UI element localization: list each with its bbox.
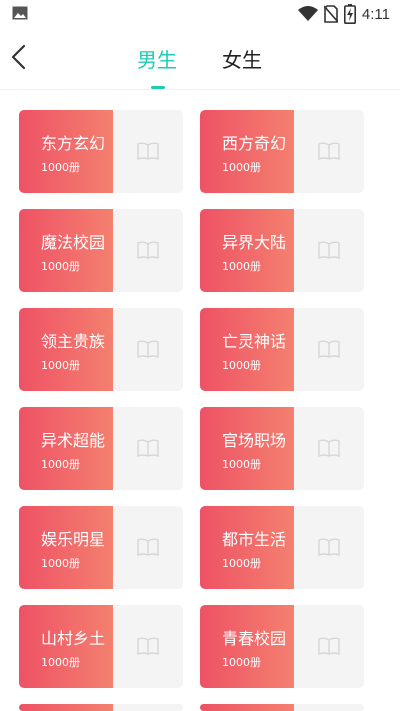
book-placeholder-icon [137, 637, 159, 656]
category-name: 异术超能 [41, 431, 106, 450]
book-placeholder-icon [318, 637, 340, 656]
status-time: 4:11 [361, 5, 390, 23]
category-name: 官场职场 [222, 431, 287, 450]
category-card[interactable]: 都市生活 1000册 [200, 506, 364, 589]
category-card[interactable]: 娱乐明星 1000册 [19, 506, 183, 589]
category-card[interactable]: 东方玄幻 1000册 [19, 110, 183, 193]
category-name: 亡灵神话 [222, 332, 287, 351]
category-card[interactable]: 异术超能 1000册 [19, 407, 183, 490]
book-placeholder-icon [137, 538, 159, 557]
no-sim-icon [323, 5, 338, 23]
category-name: 异界大陆 [222, 233, 287, 252]
status-bar: 4:11 [0, 0, 400, 28]
category-card[interactable]: 异界大陆 1000册 [200, 209, 364, 292]
category-count: 1000册 [41, 656, 80, 669]
category-card[interactable]: 领主贵族 1000册 [19, 308, 183, 391]
card-gradient [19, 704, 113, 711]
category-count: 1000册 [222, 557, 261, 570]
book-placeholder-icon [318, 241, 340, 260]
category-name: 西方奇幻 [222, 134, 287, 153]
category-card[interactable]: 青春校园 1000册 [200, 605, 364, 688]
category-count: 1000册 [41, 458, 80, 471]
book-placeholder-icon [137, 340, 159, 359]
category-card[interactable]: 官场职场 1000册 [200, 407, 364, 490]
book-placeholder-icon [318, 340, 340, 359]
category-count: 1000册 [41, 359, 80, 372]
book-placeholder-icon [137, 241, 159, 260]
category-card-partial[interactable] [19, 704, 183, 711]
category-count: 1000册 [222, 458, 261, 471]
active-tab-indicator [151, 86, 165, 89]
card-gradient [200, 704, 294, 711]
category-count: 1000册 [41, 260, 80, 273]
category-card-partial[interactable] [200, 704, 364, 711]
category-count: 1000册 [222, 161, 261, 174]
category-name: 娱乐明星 [41, 530, 106, 549]
category-count: 1000册 [41, 557, 80, 570]
category-count: 1000册 [222, 260, 261, 273]
book-placeholder-icon [318, 142, 340, 161]
category-count: 1000册 [222, 359, 261, 372]
book-placeholder-icon [137, 142, 159, 161]
category-card[interactable]: 魔法校园 1000册 [19, 209, 183, 292]
category-name: 魔法校园 [41, 233, 106, 252]
top-header: 男生 女生 [0, 28, 400, 90]
category-card[interactable]: 山村乡土 1000册 [19, 605, 183, 688]
tab-male[interactable]: 男生 [137, 44, 177, 73]
battery-charging-icon [343, 4, 356, 24]
category-name: 东方玄幻 [41, 134, 106, 153]
category-name: 都市生活 [222, 530, 287, 549]
back-arrow-icon[interactable] [6, 42, 34, 72]
book-placeholder-icon [318, 439, 340, 458]
tab-female[interactable]: 女生 [222, 44, 262, 73]
book-placeholder-icon [137, 439, 159, 458]
category-name: 青春校园 [222, 629, 287, 648]
book-placeholder-icon [318, 538, 340, 557]
image-notification-icon [12, 6, 28, 20]
category-count: 1000册 [222, 656, 261, 669]
category-count: 1000册 [41, 161, 80, 174]
category-card[interactable]: 西方奇幻 1000册 [200, 110, 364, 193]
category-card[interactable]: 亡灵神话 1000册 [200, 308, 364, 391]
category-name: 领主贵族 [41, 332, 106, 351]
wifi-icon [297, 6, 318, 21]
category-name: 山村乡土 [41, 629, 106, 648]
